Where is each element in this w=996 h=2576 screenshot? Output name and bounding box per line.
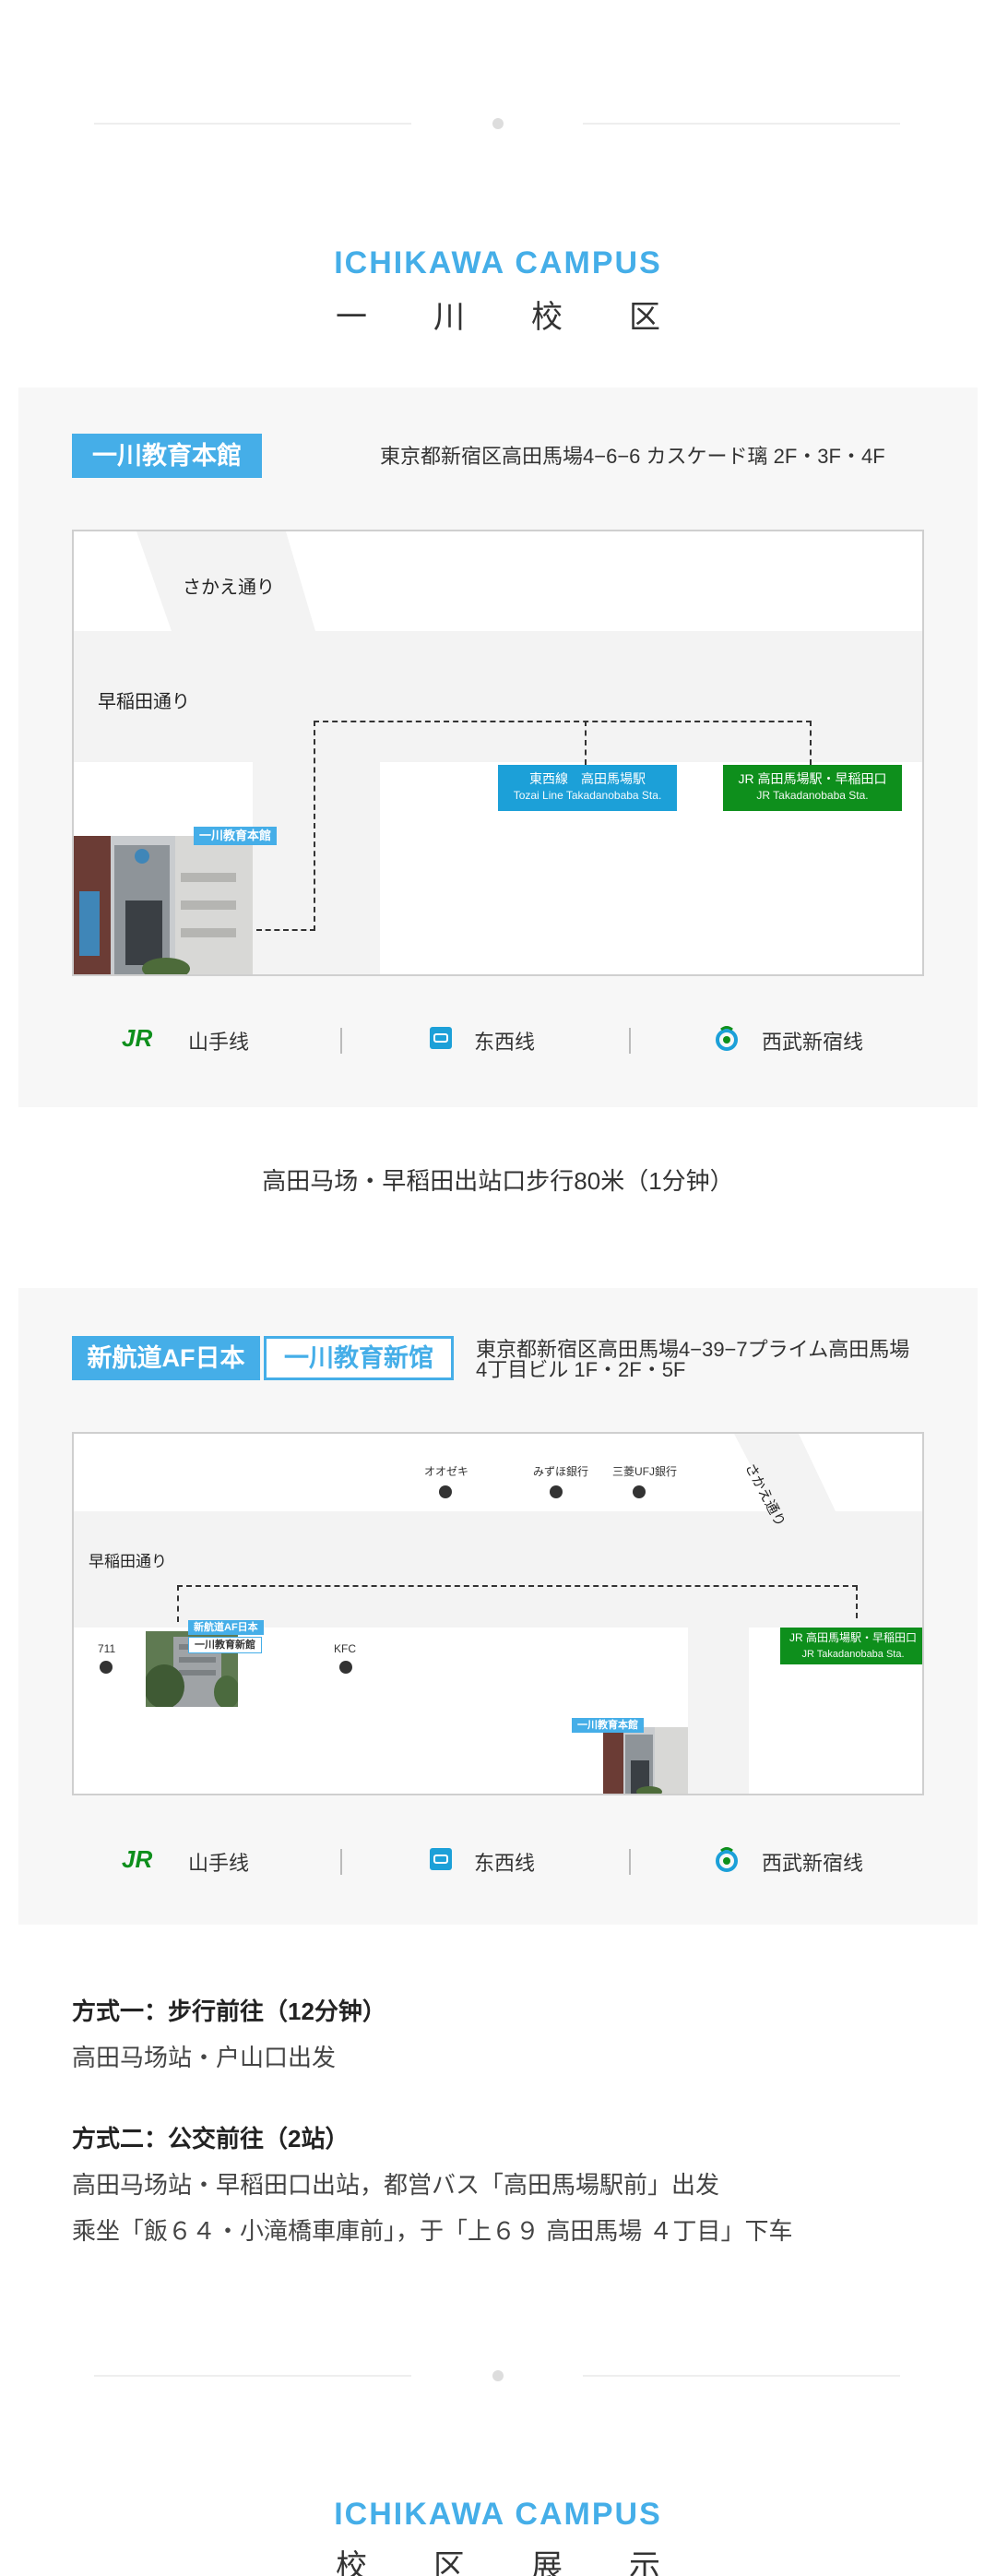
train-lines-row: JR 山手线 东西线 西武新宿线: [18, 1013, 978, 1068]
divider-dot: [492, 2370, 504, 2381]
line-yamanote-label: 山手线: [188, 1852, 250, 1875]
method-1-text: 高田马场站・户山口出发: [72, 2044, 337, 2071]
pin-711: [100, 1661, 113, 1674]
station-jr-name: JR 高田馬場駅・早稲田口: [738, 771, 887, 786]
street-sakae-label: さかえ通り: [183, 578, 275, 598]
pin-kfc: [339, 1661, 352, 1674]
campus-heading-cn: 一川校区: [336, 300, 727, 335]
separator: [629, 1028, 631, 1054]
photo-tag-af-japan: 新航道AF日本: [188, 1620, 264, 1635]
af-japan-tag: 新航道AF日本: [72, 1336, 260, 1380]
map-roads: [74, 1434, 922, 1794]
campus-display-heading-cn: 校区展示: [336, 2549, 727, 2576]
new-building-map[interactable]: 早稲田通り さかえ通り オオゼキ みずほ銀行 三菱UFJ銀行 711 KFC 新…: [72, 1432, 924, 1795]
station-jr-takadanobaba[interactable]: JR 高田馬場駅・早稲田口 JR Takadanobaba Sta.: [780, 1628, 922, 1664]
route-line: [256, 929, 315, 931]
pin-label-kfc: KFC: [334, 1642, 356, 1655]
main-building-tag: 一川教育本館: [72, 434, 262, 478]
jr-logo-icon: JR: [122, 1024, 166, 1055]
seibu-logo-icon: [714, 1025, 740, 1056]
pin-label-mizuho: みずほ銀行: [533, 1465, 589, 1478]
station-tozai-name: 東西線 高田馬場駅: [529, 771, 646, 786]
line-yamanote: JR 山手线: [122, 1834, 249, 1890]
line-yamanote-label: 山手线: [188, 1031, 250, 1054]
route-line: [314, 721, 812, 722]
route-line: [177, 1585, 858, 1587]
pin-label-mufg: 三菱UFJ銀行: [612, 1465, 677, 1478]
line-tozai-label: 东西线: [474, 1031, 536, 1054]
pin-label-711: 711: [98, 1642, 116, 1655]
photo-tag-main-building: 一川教育本館: [194, 827, 278, 845]
main-building-photo-small: [603, 1727, 688, 1794]
tozai-logo-icon: [430, 1848, 452, 1876]
pin-mufg: [633, 1485, 646, 1498]
svg-text:JR: JR: [122, 1847, 152, 1871]
line-seibu-label: 西武新宿线: [762, 1852, 864, 1875]
method-2-text-1: 高田马场站・早稻田口出站，都営バス「高田馬場駅前」出发: [72, 2171, 720, 2199]
station-jr-name: JR 高田馬場駅・早稲田口: [788, 1631, 917, 1644]
campus-heading-en: ICHIKAWA CAMPUS: [334, 245, 662, 280]
main-building-address: 東京都新宿区高田馬場4−6−6 カスケード璃 2F・3F・4F: [380, 445, 885, 468]
separator: [340, 1028, 342, 1054]
street-waseda-label: 早稲田通り: [89, 1553, 167, 1570]
station-jr-en: JR Takadanobaba Sta.: [801, 1649, 905, 1660]
method-1-title: 方式一：步行前往（12分钟）: [72, 1998, 386, 2025]
street-waseda-label: 早稲田通り: [98, 692, 190, 712]
station-jr-en: JR Takadanobaba Sta.: [756, 789, 869, 802]
line-seibu: 西武新宿线: [714, 1013, 863, 1068]
main-building-photo: [74, 836, 253, 974]
divider-dot: [492, 118, 504, 129]
tozai-logo-icon: [430, 1027, 452, 1055]
separator: [340, 1849, 342, 1875]
walk-note: 高田马场・早稻田出站口步行80米（1分钟）: [262, 1167, 734, 1195]
campus-display-heading-en: ICHIKAWA CAMPUS: [334, 2497, 662, 2532]
pin-ozeki: [439, 1485, 452, 1498]
pin-mizuho: [550, 1485, 563, 1498]
station-tozai-takadanobaba[interactable]: 東西線 高田馬場駅 Tozai Line Takadanobaba Sta.: [498, 765, 677, 811]
separator: [629, 1849, 631, 1875]
new-building-address-line2: 4丁目ビル 1F・2F・5F: [476, 1358, 686, 1381]
divider-line-left: [94, 2375, 411, 2377]
line-tozai: 东西线: [430, 1013, 535, 1068]
photo-tag-main-building: 一川教育本館: [572, 1718, 644, 1733]
method-2-title: 方式二：公交前往（2站）: [72, 2125, 350, 2153]
route-line: [585, 721, 587, 765]
line-tozai-label: 东西线: [474, 1852, 536, 1875]
station-tozai-en: Tozai Line Takadanobaba Sta.: [513, 789, 662, 802]
route-line: [856, 1585, 858, 1618]
pin-label-ozeki: オオゼキ: [424, 1465, 469, 1478]
line-tozai: 东西线: [430, 1834, 535, 1890]
line-seibu-label: 西武新宿线: [762, 1031, 864, 1054]
main-building-map[interactable]: さかえ通り 早稲田通り 東西線 高田馬場駅 Tozai Line Takadan…: [72, 530, 924, 976]
route-line: [314, 721, 315, 931]
seibu-logo-icon: [714, 1846, 740, 1878]
svg-text:JR: JR: [122, 1026, 152, 1050]
train-lines-row: JR 山手线 东西线 西武新宿线: [18, 1834, 978, 1890]
new-building-tag: 一川教育新馆: [264, 1336, 454, 1380]
route-line: [810, 721, 812, 765]
line-seibu: 西武新宿线: [714, 1834, 863, 1890]
jr-logo-icon: JR: [122, 1845, 166, 1877]
photo-tag-new-building: 一川教育新館: [188, 1637, 262, 1653]
divider-line-left: [94, 123, 411, 125]
divider-line-right: [583, 123, 900, 125]
station-jr-takadanobaba[interactable]: JR 高田馬場駅・早稲田口 JR Takadanobaba Sta.: [723, 765, 902, 811]
line-yamanote: JR 山手线: [122, 1013, 249, 1068]
divider-line-right: [583, 2375, 900, 2377]
route-line: [177, 1585, 179, 1622]
method-2-text-2: 乘坐「飯６４・小滝橋車庫前」，于「上６９ 高田馬場 ４丁目」下车: [72, 2217, 793, 2245]
